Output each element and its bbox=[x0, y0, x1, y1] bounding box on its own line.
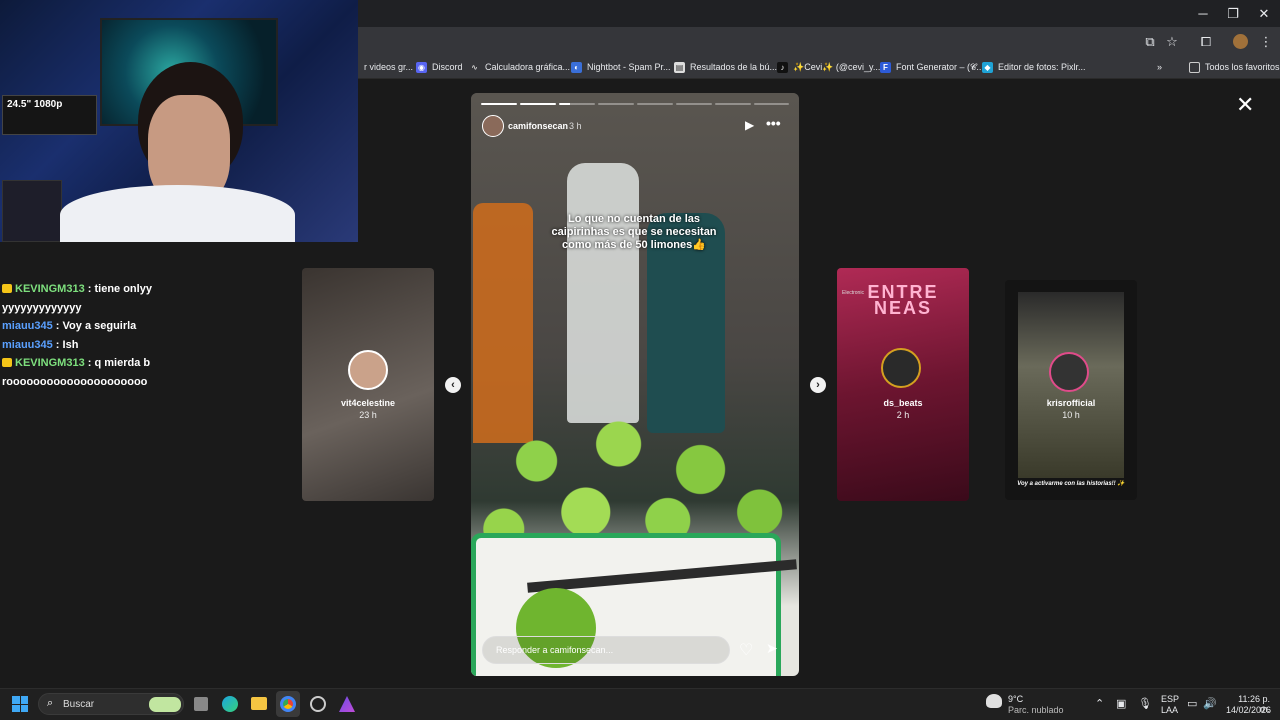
story-footer-text: Voy a activarme con las historias!! ✨ bbox=[1017, 481, 1125, 487]
like-heart-icon[interactable]: ♡ bbox=[739, 640, 753, 660]
story-time: 23 h bbox=[359, 410, 377, 420]
tray-app-icon[interactable]: ▣ bbox=[1116, 697, 1126, 710]
weather-desc[interactable]: Parc. nublado bbox=[1008, 705, 1064, 715]
bookmark-item[interactable]: ▤ Resultados de la bú... bbox=[674, 59, 777, 75]
edge-icon[interactable] bbox=[222, 696, 238, 712]
webcam-overlay: 24.5" 1080p bbox=[0, 0, 358, 242]
more-options-icon[interactable]: ••• bbox=[766, 115, 781, 131]
bookmark-item[interactable]: ◉ Discord bbox=[416, 59, 463, 75]
next-story-icon[interactable]: › bbox=[810, 377, 826, 393]
bookmark-item[interactable]: ∿ Calculadora gráfica... bbox=[469, 59, 570, 75]
story-author-avatar[interactable] bbox=[482, 115, 504, 137]
bookmark-item[interactable]: ◆ Editor de fotos: Pixlr... bbox=[982, 59, 1086, 75]
reply-input[interactable]: Responder a camifonsecan... bbox=[482, 636, 730, 664]
monitor-label: 24.5" 1080p bbox=[7, 99, 63, 110]
crown-badge-icon bbox=[2, 284, 12, 293]
play-icon[interactable]: ▶ bbox=[745, 118, 754, 132]
search-label: Buscar bbox=[63, 699, 95, 710]
graph-icon: ∿ bbox=[471, 62, 478, 72]
story-progress-segment bbox=[715, 103, 751, 105]
story-progress-segment bbox=[637, 103, 673, 105]
close-window-icon[interactable]: ✕ bbox=[1249, 6, 1279, 22]
story-banner-text: ENTRE NEAS bbox=[867, 282, 939, 318]
discord-icon: ◉ bbox=[416, 61, 427, 73]
search-results-icon: ▤ bbox=[674, 61, 685, 73]
search-highlight-icon bbox=[149, 697, 181, 712]
tray-chevron-icon[interactable]: ⌃ bbox=[1095, 697, 1104, 710]
menu-kebab-icon[interactable]: ⋮ bbox=[1256, 34, 1276, 50]
task-view-icon[interactable] bbox=[194, 697, 208, 711]
cast-icon[interactable]: ⧉ bbox=[1140, 34, 1160, 50]
pc-case bbox=[2, 180, 62, 242]
chat-message: miauu345 : Ish bbox=[2, 338, 79, 351]
close-stories-icon[interactable]: ✕ bbox=[1236, 94, 1254, 116]
shirt bbox=[60, 185, 295, 242]
microphone-icon[interactable]: 🎙 bbox=[1138, 697, 1152, 710]
chat-message: KEVINGM313 : q mierda broooooooooooooooo… bbox=[2, 357, 151, 388]
bookmark-item[interactable]: ◐ Nightbot - Spam Pr... bbox=[571, 59, 671, 75]
previous-story-icon[interactable]: ‹ bbox=[445, 377, 461, 393]
story-avatar bbox=[881, 348, 921, 388]
file-explorer-icon[interactable] bbox=[251, 697, 267, 710]
bookmark-item[interactable]: ♪ ✨Cevi✨ (@cevi_y... bbox=[777, 59, 880, 75]
send-icon[interactable]: ➤ bbox=[766, 640, 778, 657]
language-code[interactable]: ESP bbox=[1161, 694, 1179, 704]
story-avatar bbox=[348, 350, 388, 390]
folder-icon bbox=[1189, 61, 1200, 73]
font-icon: F bbox=[880, 61, 891, 73]
story-username: ds_beats bbox=[883, 398, 923, 408]
bookmark-item[interactable]: F Font Generator – (𝓒... bbox=[880, 59, 984, 75]
story-progress-segment bbox=[598, 103, 634, 105]
story-progress-segment bbox=[754, 103, 789, 105]
story-time: 10 h bbox=[1062, 410, 1080, 420]
restore-icon[interactable]: ❐ bbox=[1218, 6, 1248, 22]
windows-taskbar bbox=[0, 688, 1280, 720]
chat-message: miauu345 : Voy a seguirla bbox=[2, 320, 137, 333]
story-card-krisrofficial[interactable]: krisrofficial 10 h Voy a activarme con l… bbox=[1005, 280, 1137, 500]
story-progress-segment bbox=[520, 103, 556, 105]
windows-start-icon[interactable] bbox=[12, 696, 28, 712]
cachaca-bottle bbox=[567, 163, 639, 423]
all-bookmarks-button[interactable]: Todos los favoritos bbox=[1189, 59, 1280, 75]
active-story[interactable]: camifonsecan 3 h ▶ ••• Lo que no cuentan… bbox=[471, 93, 799, 676]
tiktok-icon: ♪ bbox=[777, 61, 788, 73]
story-progress-segment bbox=[559, 103, 595, 105]
story-progress-segment bbox=[676, 103, 712, 105]
story-card-vit4celestine[interactable]: vit4celestine 23 h bbox=[302, 268, 434, 501]
story-time: 2 h bbox=[896, 410, 910, 420]
app-icon[interactable] bbox=[310, 696, 326, 712]
pixlr-icon: ◆ bbox=[982, 61, 993, 73]
language-layout[interactable]: LAA bbox=[1161, 705, 1178, 715]
story-username: krisrofficial bbox=[1046, 398, 1096, 408]
stream-chat: KEVINGM313 : tiene onlyyyyyyyyyyyyyyy mi… bbox=[2, 280, 152, 392]
story-time: 3 h bbox=[569, 121, 582, 131]
story-caption: Lo que no cuentan de las caipirinhas es … bbox=[551, 213, 717, 251]
network-icon[interactable]: ▭ bbox=[1187, 697, 1197, 710]
nightbot-icon: ◐ bbox=[571, 61, 582, 73]
clock-date[interactable]: 14/02/2026 bbox=[1226, 705, 1271, 715]
search-icon: ⌕ bbox=[47, 697, 54, 709]
taskbar-search[interactable]: ⌕ Buscar bbox=[38, 693, 184, 715]
profile-avatar[interactable] bbox=[1233, 34, 1248, 49]
weather-temp[interactable]: 9°C bbox=[1008, 694, 1023, 704]
bookmark-item[interactable]: r videos gr... bbox=[364, 59, 413, 75]
story-progress-segment bbox=[481, 103, 517, 105]
volume-icon[interactable]: 🔊 bbox=[1203, 697, 1217, 710]
story-card-ds_beats[interactable]: Electronic ENTRE NEAS ds_beats 2 h bbox=[837, 268, 969, 501]
bookmark-star-icon[interactable]: ☆ bbox=[1162, 34, 1182, 50]
story-username: vit4celestine bbox=[340, 398, 396, 408]
story-avatar bbox=[1049, 352, 1089, 392]
reply-placeholder: Responder a camifonsecan... bbox=[496, 645, 614, 655]
small-monitor: 24.5" 1080p bbox=[2, 95, 97, 135]
bookmarks-overflow-icon[interactable]: » bbox=[1157, 59, 1162, 75]
story-author-name[interactable]: camifonsecan bbox=[508, 121, 568, 131]
extensions-icon[interactable]: ⧠ bbox=[1196, 34, 1216, 50]
minimize-icon[interactable]: ─ bbox=[1188, 6, 1218, 21]
crown-badge-icon bbox=[2, 358, 12, 368]
chrome-icon bbox=[280, 696, 296, 712]
story-label: Electronic bbox=[842, 290, 864, 296]
chat-message: KEVINGM313 : tiene onlyyyyyyyyyyyyyyy bbox=[2, 283, 152, 314]
weather-icon bbox=[986, 694, 1002, 708]
chrome-taskbar-button[interactable] bbox=[276, 691, 300, 717]
